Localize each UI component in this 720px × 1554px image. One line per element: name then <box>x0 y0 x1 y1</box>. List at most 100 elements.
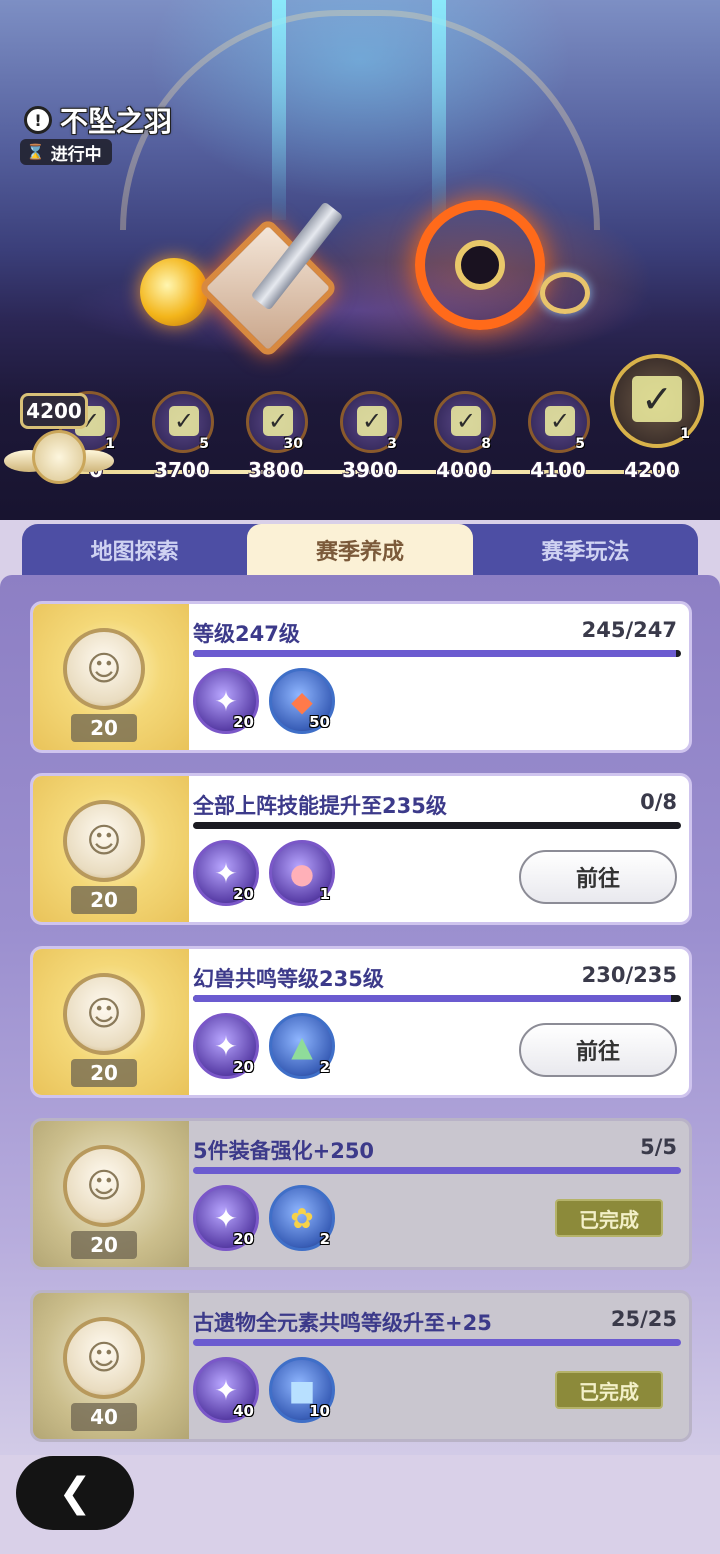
task-card: ☺ 20 5件装备强化+250 5/5 ✦ 20 ✿ 2 已完成 <box>30 1118 692 1270</box>
go-button[interactable]: 前往 <box>519 1023 677 1077</box>
item-count: 20 <box>233 885 254 903</box>
progress-fill <box>193 995 672 1002</box>
milestone-chest[interactable]: ✓ 3 <box>340 391 402 453</box>
task-progress: 25/25 <box>610 1307 677 1331</box>
task-progress: 0/8 <box>640 790 677 814</box>
season-coin-badge <box>4 430 114 490</box>
gold-orb-icon <box>140 258 208 326</box>
milestone-label: 4200 <box>624 458 680 482</box>
red-crystal-icon[interactable]: ◆ 50 <box>269 668 335 734</box>
milestone-label: 4000 <box>436 458 492 482</box>
task-reward: ☺ 20 <box>33 1121 189 1267</box>
reward-amount: 40 <box>71 1403 137 1431</box>
milestone-chest[interactable]: ✓ 30 <box>246 391 308 453</box>
task-title: 古遗物全元素共鸣等级升至+25 <box>193 1311 492 1335</box>
purple-orb-icon[interactable]: ✦ 20 <box>193 840 259 906</box>
item-count: 10 <box>309 1402 330 1420</box>
reward-amount: 20 <box>71 1231 137 1259</box>
milestone-count: 8 <box>481 436 491 452</box>
check-icon: ✓ <box>263 406 293 436</box>
task-progress: 5/5 <box>640 1135 677 1159</box>
progress-bar <box>193 650 681 657</box>
milestone-count: 3 <box>387 436 397 452</box>
check-icon: ✓ <box>169 406 199 436</box>
purple-orb-icon[interactable]: ✦ 20 <box>193 1013 259 1079</box>
progress-bar <box>193 995 681 1002</box>
progress-fill <box>193 1339 681 1346</box>
status-badge: ⌛ 进行中 <box>20 139 112 165</box>
progress-fill <box>193 650 677 657</box>
item-count: 20 <box>233 713 254 731</box>
item-count: 2 <box>319 1230 330 1248</box>
task-progress: 245/247 <box>581 618 677 642</box>
chevron-left-icon: ❮ <box>58 1470 92 1516</box>
task-title: 全部上阵技能提升至235级 <box>193 794 447 818</box>
season-coin-icon <box>32 430 86 484</box>
season-coin-icon: ☺ <box>63 973 145 1055</box>
tab-map-explore[interactable]: 地图探索 <box>22 524 247 576</box>
stage-glow <box>0 250 720 390</box>
task-reward: ☺ 20 <box>33 776 189 922</box>
tab-season-gameplay[interactable]: 赛季玩法 <box>473 524 698 576</box>
task-card: ☺ 20 幻兽共鸣等级235级 230/235 ✦ 20 ▲ 2 前往 <box>30 946 692 1098</box>
light-pillar <box>272 0 286 220</box>
progress-bar <box>193 822 681 829</box>
item-list: ✦ 20 ▲ 2 <box>193 1013 335 1079</box>
milestone-count: 1 <box>680 426 690 442</box>
hourglass-icon: ⌛ <box>26 143 45 161</box>
milestone-chest[interactable]: ✓ 8 <box>434 391 496 453</box>
milestone-chest[interactable]: ✓ 5 <box>528 391 590 453</box>
season-coin-icon: ☺ <box>63 628 145 710</box>
task-card: ☺ 40 古遗物全元素共鸣等级升至+25 25/25 ✦ 40 ■ 10 已完成 <box>30 1290 692 1442</box>
milestone-label: 3800 <box>248 458 304 482</box>
item-count: 20 <box>233 1058 254 1076</box>
forest-card-icon[interactable]: ▲ 2 <box>269 1013 335 1079</box>
peach-icon[interactable]: ● 1 <box>269 840 335 906</box>
blue-card-icon[interactable]: ■ 10 <box>269 1357 335 1423</box>
task-title: 5件装备强化+250 <box>193 1139 375 1163</box>
tab-season-growth[interactable]: 赛季养成 <box>247 524 473 576</box>
reward-amount: 20 <box>71 886 137 914</box>
item-list: ✦ 20 ● 1 <box>193 840 335 906</box>
flower-icon[interactable]: ✿ 2 <box>269 1185 335 1251</box>
light-pillar <box>432 0 446 220</box>
milestone-label: 3900 <box>342 458 398 482</box>
star-emblem-icon <box>415 200 545 330</box>
task-reward: ☺ 20 <box>33 604 189 750</box>
milestone-count: 30 <box>283 436 303 452</box>
purple-orb-icon[interactable]: ✦ 20 <box>193 1185 259 1251</box>
task-progress: 230/235 <box>581 963 677 987</box>
task-reward: ☺ 40 <box>33 1293 189 1439</box>
reward-amount: 20 <box>71 1059 137 1087</box>
item-count: 1 <box>319 885 330 903</box>
item-count: 40 <box>233 1402 254 1420</box>
status-text: 进行中 <box>50 144 102 165</box>
season-coin-icon: ☺ <box>63 1317 145 1399</box>
progress-fill <box>193 1167 681 1174</box>
alert-icon[interactable]: ! <box>24 106 52 134</box>
go-button[interactable]: 前往 <box>519 850 677 904</box>
season-coin-icon: ☺ <box>63 800 145 882</box>
check-icon: ✓ <box>451 406 481 436</box>
item-list: ✦ 40 ■ 10 <box>193 1357 335 1423</box>
event-title: 不坠之羽 <box>60 105 173 138</box>
check-icon: ✓ <box>632 376 682 422</box>
back-button[interactable]: ❮ <box>16 1456 134 1530</box>
current-points: 4200 <box>20 393 88 429</box>
progress-bar <box>193 1339 681 1346</box>
item-count: 50 <box>309 713 330 731</box>
purple-orb-icon[interactable]: ✦ 20 <box>193 668 259 734</box>
task-reward: ☺ 20 <box>33 949 189 1095</box>
item-count: 2 <box>319 1058 330 1076</box>
task-title: 等级247级 <box>193 622 300 646</box>
milestone-chest[interactable]: ✓ 5 <box>152 391 214 453</box>
milestone-grand-chest[interactable]: ✓ 1 <box>610 354 704 448</box>
milestone-label: 3700 <box>154 458 210 482</box>
milestone-count: 5 <box>575 436 585 452</box>
milestone-count: 5 <box>199 436 209 452</box>
item-list: ✦ 20 ◆ 50 <box>193 668 335 734</box>
progress-bar <box>193 1167 681 1174</box>
season-coin-icon: ☺ <box>63 1145 145 1227</box>
purple-orb-icon[interactable]: ✦ 40 <box>193 1357 259 1423</box>
completed-badge: 已完成 <box>555 1371 663 1409</box>
